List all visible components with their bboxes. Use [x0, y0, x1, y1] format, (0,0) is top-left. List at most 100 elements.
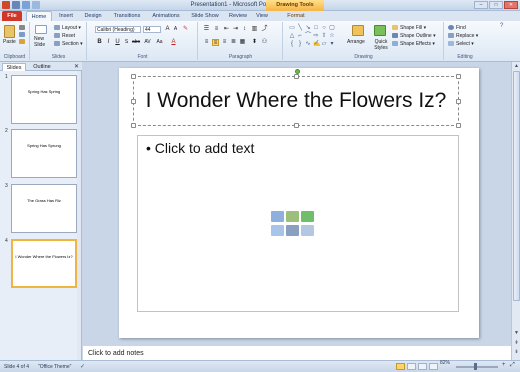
insert-table-icon[interactable]	[271, 211, 284, 222]
tab-animations[interactable]: Animations	[148, 11, 184, 21]
insert-chart-icon[interactable]	[286, 211, 299, 222]
italic-icon[interactable]: I	[105, 39, 112, 46]
brace-right-shape-icon[interactable]: }	[297, 41, 303, 47]
tab-home[interactable]: Home	[26, 11, 52, 21]
theme-name[interactable]: "Office Theme"	[38, 364, 71, 370]
shadow-icon[interactable]: S	[123, 39, 130, 46]
new-slide-button[interactable]: New Slide	[34, 36, 50, 48]
insert-media-icon[interactable]	[301, 225, 314, 236]
bold-icon[interactable]: B	[96, 39, 103, 46]
clear-formatting-icon[interactable]: ✎	[182, 26, 189, 33]
grow-font-icon[interactable]: A	[164, 26, 171, 33]
zoom-slider-knob[interactable]	[474, 363, 477, 370]
minimize-button[interactable]: –	[474, 1, 488, 9]
reset-button[interactable]: Reset	[62, 33, 75, 39]
decrease-indent-icon[interactable]: ⇤	[223, 26, 230, 33]
find-button[interactable]: Find	[456, 25, 466, 31]
resize-handle[interactable]	[294, 123, 299, 128]
redo-icon[interactable]	[32, 1, 40, 9]
align-right-icon[interactable]: ≡	[221, 39, 228, 46]
curve-connector-icon[interactable]: ⌒	[305, 33, 311, 39]
scroll-down-icon[interactable]: ▼	[513, 330, 520, 337]
resize-handle[interactable]	[456, 74, 461, 79]
increase-indent-icon[interactable]: ⇥	[232, 26, 239, 33]
textbox-shape-icon[interactable]: ▭	[289, 25, 295, 31]
slide-thumbnail[interactable]: 1 Spring Has Spring	[2, 74, 78, 126]
font-name-combo[interactable]: Calibri (Heading)	[95, 26, 141, 33]
shrink-font-icon[interactable]: A	[172, 26, 179, 33]
tab-view[interactable]: View	[252, 11, 272, 21]
tab-outline[interactable]: Outline	[28, 63, 56, 71]
panel-scrollbar[interactable]	[77, 71, 81, 360]
shape-effects-button[interactable]: Shape Effects ▾	[400, 41, 435, 47]
slide-title[interactable]: I Wonder Where the Flowers Iz?	[134, 89, 458, 113]
tab-format[interactable]: Format	[282, 11, 310, 21]
text-direction-icon[interactable]: ⤴	[261, 26, 268, 33]
justify-icon[interactable]: ≣	[230, 39, 237, 46]
strikethrough-icon[interactable]: abc	[132, 39, 140, 46]
slide-thumbnail[interactable]: 2 Spring Has Sprung	[2, 128, 78, 180]
content-placeholder[interactable]: • Click to add text	[137, 135, 459, 312]
freeform-shape-icon[interactable]: ✍	[313, 41, 320, 47]
align-left-icon[interactable]: ≡	[203, 39, 210, 46]
slide-thumbnail-selected[interactable]: 4 I Wonder Where the Flowers Iz?	[2, 238, 78, 290]
zoom-slider[interactable]	[456, 366, 498, 368]
change-case-icon[interactable]: Aa	[156, 39, 163, 46]
slide-show-icon[interactable]	[429, 363, 438, 370]
scroll-up-icon[interactable]: ▲	[513, 63, 520, 70]
right-arrow-shape-icon[interactable]: ⇨	[313, 33, 319, 39]
copy-icon[interactable]	[19, 32, 25, 37]
tab-slides[interactable]: Slides	[2, 63, 26, 71]
cut-icon[interactable]	[19, 25, 25, 30]
content-placeholder-text[interactable]: • Click to add text	[146, 140, 254, 156]
close-button[interactable]: ✕	[504, 1, 518, 9]
character-spacing-icon[interactable]: AV	[144, 39, 151, 46]
tab-file[interactable]: File	[2, 11, 22, 21]
numbering-icon[interactable]: ≡	[213, 26, 220, 33]
quick-styles-button[interactable]: Quick Styles	[371, 39, 391, 51]
align-center-icon[interactable]: ≡	[212, 39, 219, 46]
line-shape-icon[interactable]: ╲	[297, 25, 303, 31]
bullets-icon[interactable]: ☰	[203, 26, 210, 33]
triangle-shape-icon[interactable]: △	[289, 33, 295, 39]
maximize-button[interactable]: □	[489, 1, 503, 9]
arrange-button[interactable]: Arrange	[347, 39, 365, 45]
vertical-scrollbar[interactable]: ▲ ▼ ⇞ ⇟	[511, 62, 520, 360]
resize-handle[interactable]	[131, 74, 136, 79]
tab-insert[interactable]: Insert	[54, 11, 78, 21]
font-size-combo[interactable]: 44	[143, 26, 161, 33]
previous-slide-icon[interactable]: ⇞	[513, 340, 520, 347]
layout-button[interactable]: Layout ▾	[62, 25, 81, 31]
insert-picture-icon[interactable]	[271, 225, 284, 236]
fit-slide-icon[interactable]: ⤢	[510, 362, 515, 369]
align-text-icon[interactable]: ⬍	[251, 39, 258, 46]
resize-handle[interactable]	[131, 123, 136, 128]
shape-outline-button[interactable]: Shape Outline ▾	[400, 33, 436, 39]
replace-button[interactable]: Replace ▾	[456, 33, 478, 39]
callout-shape-icon[interactable]: ▱	[321, 41, 327, 47]
notes-placeholder[interactable]: Click to add notes	[88, 350, 144, 357]
star-shape-icon[interactable]: ☆	[329, 33, 335, 39]
scroll-thumb[interactable]	[513, 71, 520, 301]
up-arrow-shape-icon[interactable]: ⇧	[321, 33, 327, 39]
format-painter-icon[interactable]	[19, 39, 25, 44]
reading-view-icon[interactable]	[418, 363, 427, 370]
normal-view-icon[interactable]	[396, 363, 405, 370]
powerpoint-logo-icon[interactable]	[2, 1, 10, 9]
elbow-connector-icon[interactable]: ⌐	[297, 33, 303, 39]
spell-check-icon[interactable]: ✓	[80, 363, 85, 370]
font-color-icon[interactable]: A	[170, 39, 177, 46]
tab-slide-show[interactable]: Slide Show	[186, 11, 224, 21]
columns-icon[interactable]: ▥	[251, 26, 258, 33]
close-panel-icon[interactable]: ✕	[74, 63, 79, 70]
tab-design[interactable]: Design	[80, 11, 106, 21]
shape-fill-button[interactable]: Shape Fill ▾	[400, 25, 426, 31]
zoom-level[interactable]: 82%	[440, 360, 450, 366]
resize-handle[interactable]	[294, 74, 299, 79]
columns-justify-icon[interactable]: ▦	[239, 39, 246, 46]
tab-transitions[interactable]: Transitions	[108, 11, 146, 21]
line-spacing-icon[interactable]: ↕	[241, 26, 248, 33]
more-shapes-icon[interactable]: ▾	[329, 41, 335, 47]
arrow-shape-icon[interactable]: ↘	[305, 25, 311, 31]
zoom-in-icon[interactable]: +	[502, 362, 506, 368]
